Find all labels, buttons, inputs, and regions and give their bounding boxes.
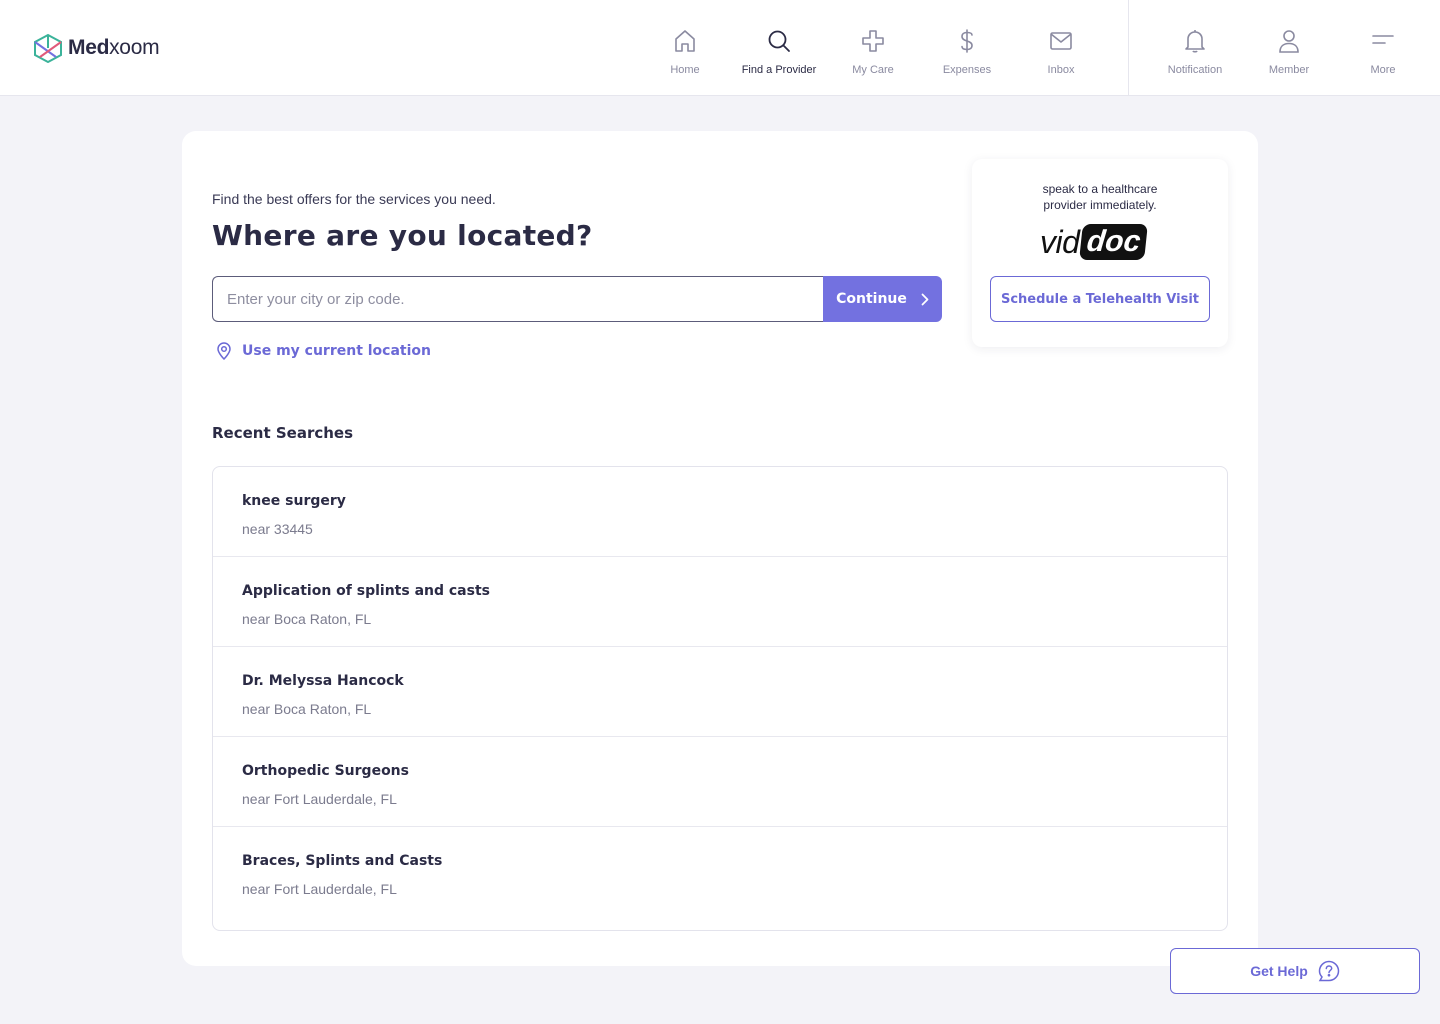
recent-search-location: near Boca Raton, FL <box>242 611 372 627</box>
user-icon <box>1279 30 1299 53</box>
secondary-nav: Notification Member More <box>1148 0 1430 96</box>
nav-item-notification[interactable]: Notification <box>1148 0 1242 96</box>
recent-search-query: knee surgery <box>242 493 346 509</box>
nav-divider <box>1128 0 1129 96</box>
nav-item-my-care[interactable]: My Care <box>826 0 920 96</box>
recent-search-item[interactable]: Orthopedic Surgeons near Fort Lauderdale… <box>213 737 1227 827</box>
nav-label-find-provider: Find a Provider <box>741 64 817 76</box>
nav-label-notification: Notification <box>1167 64 1223 76</box>
recent-search-location: near 33445 <box>242 521 313 537</box>
help-chat-icon <box>1318 960 1340 982</box>
nav-item-member[interactable]: Member <box>1242 0 1336 96</box>
location-input[interactable] <box>212 276 823 322</box>
recent-searches-list: knee surgery near 33445 Application of s… <box>212 466 1228 931</box>
viddoc-logo-vid: vid <box>1040 223 1080 260</box>
recent-search-location: near Fort Lauderdale, FL <box>242 791 397 807</box>
main-nav: Home Find a Provider My Care Expenses In… <box>638 0 1108 96</box>
recent-search-query: Dr. Melyssa Hancock <box>242 673 404 689</box>
nav-item-expenses[interactable]: Expenses <box>920 0 1014 96</box>
menu-icon <box>1372 35 1394 44</box>
mail-icon <box>1050 32 1072 50</box>
location-pin-icon <box>217 342 231 360</box>
get-help-label: Get Help <box>1250 963 1308 979</box>
nav-item-inbox[interactable]: Inbox <box>1014 0 1108 96</box>
medxoom-logo-icon <box>34 33 62 63</box>
page-subtitle: Find the best offers for the services yo… <box>212 191 496 207</box>
recent-search-item[interactable]: Application of splints and casts near Bo… <box>213 557 1227 647</box>
location-search: Continue <box>212 276 942 322</box>
nav-item-more[interactable]: More <box>1336 0 1430 96</box>
recent-search-item[interactable]: Braces, Splints and Casts near Fort Laud… <box>213 827 1227 917</box>
nav-item-find-provider[interactable]: Find a Provider <box>732 0 826 96</box>
dollar-icon <box>961 29 973 53</box>
use-current-location-link[interactable]: Use my current location <box>216 342 431 360</box>
recent-search-item[interactable]: knee surgery near 33445 <box>213 467 1227 557</box>
recent-search-query: Braces, Splints and Casts <box>242 853 443 869</box>
main-card: Find the best offers for the services yo… <box>182 131 1258 966</box>
recent-search-query: Orthopedic Surgeons <box>242 763 409 779</box>
nav-label-my-care: My Care <box>852 64 894 76</box>
home-icon <box>675 30 695 52</box>
telehealth-promo: speak to a healthcare provider immediate… <box>972 159 1228 347</box>
bell-icon <box>1185 30 1205 53</box>
schedule-telehealth-button[interactable]: Schedule a Telehealth Visit <box>990 276 1210 322</box>
nav-label-more: More <box>1370 64 1396 76</box>
nav-label-expenses: Expenses <box>942 64 992 76</box>
viddoc-logo: vid doc <box>1040 223 1149 261</box>
nav-label-inbox: Inbox <box>1047 64 1075 76</box>
recent-search-location: near Fort Lauderdale, FL <box>242 881 397 897</box>
recent-search-item[interactable]: Dr. Melyssa Hancock near Boca Raton, FL <box>213 647 1227 737</box>
nav-label-home: Home <box>670 64 700 76</box>
continue-button[interactable]: Continue <box>823 276 942 322</box>
search-icon <box>768 30 790 52</box>
page-title: Where are you located? <box>212 219 593 252</box>
nav-item-home[interactable]: Home <box>638 0 732 96</box>
get-help-button[interactable]: Get Help <box>1170 948 1420 994</box>
recent-search-location: near Boca Raton, FL <box>242 701 372 717</box>
telehealth-promo-text: speak to a healthcare provider immediate… <box>1042 182 1158 212</box>
top-header: Medxoom Home Find a Provider My Care Exp… <box>0 0 1440 96</box>
continue-button-label: Continue <box>836 291 907 307</box>
use-current-location-label: Use my current location <box>242 343 431 359</box>
logo-text: Medxoom <box>68 36 160 59</box>
nav-label-member: Member <box>1268 64 1310 76</box>
recent-search-query: Application of splints and casts <box>242 583 490 599</box>
cross-icon <box>862 30 884 52</box>
chevron-right-icon <box>921 293 929 305</box>
recent-searches-title: Recent Searches <box>212 424 354 442</box>
medxoom-logo[interactable]: Medxoom <box>32 33 160 63</box>
viddoc-logo-doc: doc <box>1079 224 1149 260</box>
